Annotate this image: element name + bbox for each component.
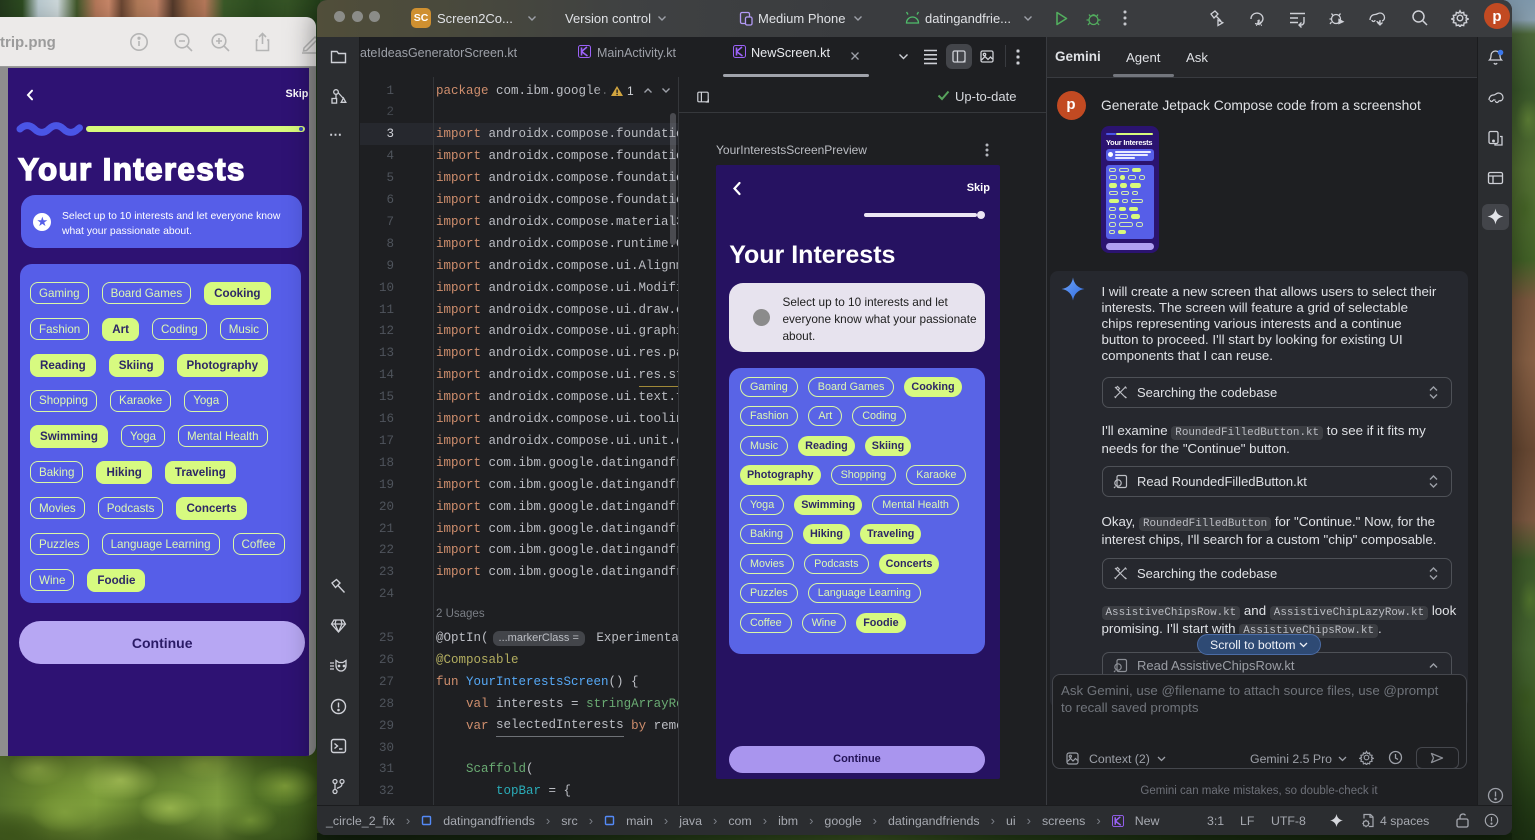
svg-text:A: A <box>1256 18 1262 28</box>
